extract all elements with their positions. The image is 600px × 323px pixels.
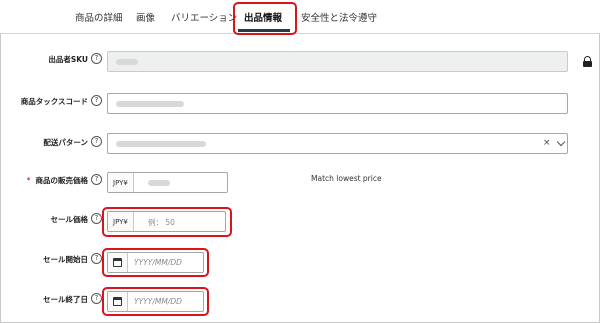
sale-price-help-icon[interactable]: ? (91, 213, 102, 224)
shipping-template-label: 配送パターン (43, 138, 88, 147)
standard-price-input[interactable]: JPY¥ (107, 172, 228, 193)
product-tax-code-help-icon[interactable]: ? (91, 95, 102, 106)
seller-sku-input (107, 51, 568, 72)
tab-bar: 商品の詳細 画像 バリエーション 出品情報 安全性と法令遵守 (0, 0, 600, 34)
chevron-down-icon[interactable] (556, 137, 566, 147)
seller-sku-label: 出品者SKU (48, 55, 88, 64)
page-frame (0, 0, 600, 323)
highlight-sale-price (102, 207, 232, 237)
sale-end-date-label: セール終了日 (43, 295, 88, 304)
sale-price-label: セール価格 (50, 215, 89, 224)
tab-images[interactable]: 画像 (136, 10, 155, 24)
tab-variations[interactable]: バリエーション (171, 10, 237, 24)
tab-safety-compliance[interactable]: 安全性と法令遵守 (301, 10, 377, 24)
sale-start-date-label: セール開始日 (43, 255, 88, 264)
standard-price-label-text: 商品の販売価格 (35, 176, 89, 185)
sale-start-date-help-icon[interactable]: ? (91, 253, 102, 264)
seller-sku-help-icon[interactable]: ? (91, 53, 102, 64)
tab-product-details[interactable]: 商品の詳細 (75, 10, 123, 24)
match-lowest-price-link[interactable]: Match lowest price (311, 174, 382, 183)
currency-prefix: JPY¥ (108, 173, 134, 192)
product-tax-code-input[interactable] (107, 93, 568, 114)
clear-selection-icon[interactable]: × (543, 138, 551, 148)
product-tax-code-value (116, 101, 184, 107)
standard-price-value (148, 180, 170, 186)
highlight-tab (233, 2, 297, 35)
shipping-template-value (116, 141, 206, 147)
sale-end-date-help-icon[interactable]: ? (91, 293, 102, 304)
standard-price-label: * 商品の販売価格 (27, 175, 88, 186)
product-tax-code-label: 商品タックスコード (20, 97, 88, 106)
highlight-sale-end-date (102, 287, 209, 316)
shipping-template-select[interactable]: × (107, 133, 568, 154)
required-marker: * (26, 176, 31, 185)
seller-sku-value (116, 59, 138, 65)
shipping-template-help-icon[interactable]: ? (91, 136, 102, 147)
lock-icon (583, 56, 592, 67)
standard-price-help-icon[interactable]: ? (91, 174, 102, 185)
highlight-sale-start-date (102, 248, 209, 277)
